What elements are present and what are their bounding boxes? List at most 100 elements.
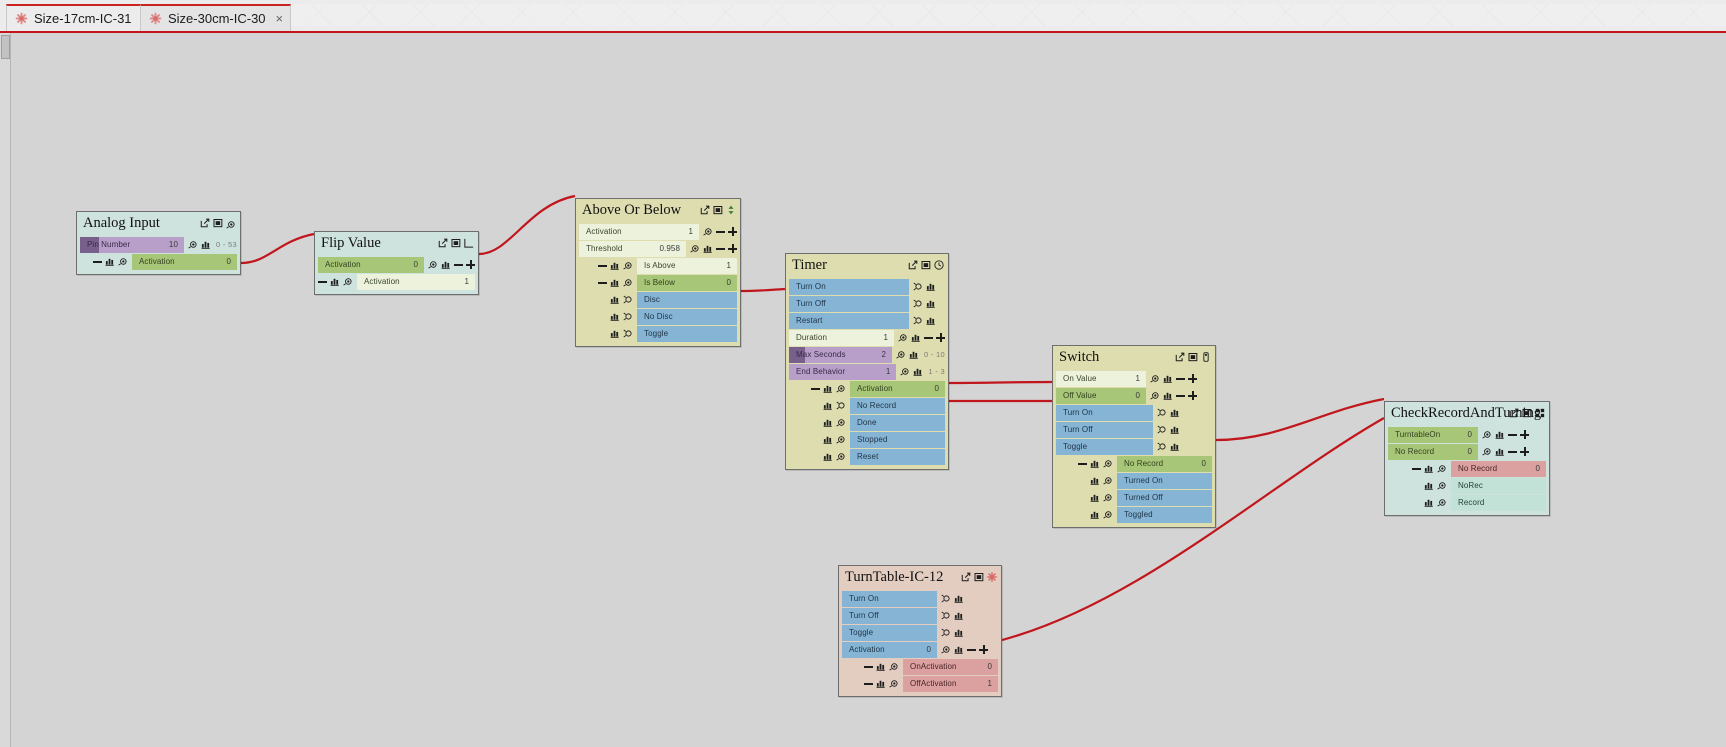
popout-icon[interactable] bbox=[961, 570, 971, 582]
eye-icon[interactable] bbox=[1482, 447, 1492, 456]
minus-icon[interactable] bbox=[864, 682, 873, 685]
grid-icon[interactable] bbox=[1535, 406, 1545, 418]
node-flip-value[interactable]: Flip Value Activation 0 Activation 1 bbox=[314, 231, 479, 295]
port-stopped[interactable]: Stopped bbox=[850, 431, 945, 448]
popout-icon[interactable] bbox=[1175, 350, 1185, 362]
popout-icon[interactable] bbox=[438, 236, 448, 248]
bars-icon[interactable] bbox=[441, 260, 451, 269]
port-turn-off[interactable]: Turn Off bbox=[1056, 421, 1153, 438]
wire[interactable] bbox=[240, 232, 315, 265]
wire[interactable] bbox=[948, 380, 1053, 385]
eye-icon[interactable] bbox=[428, 260, 438, 269]
minus-icon[interactable] bbox=[454, 263, 463, 266]
port-disc[interactable]: Disc bbox=[637, 291, 737, 308]
port-pin-number[interactable]: Pin Number 10 bbox=[80, 236, 185, 253]
node-row[interactable]: Turned Off bbox=[1056, 489, 1212, 506]
signal-icon[interactable] bbox=[913, 299, 923, 308]
bars-icon[interactable] bbox=[610, 261, 620, 270]
plus-icon[interactable] bbox=[1520, 430, 1529, 440]
port-turned-on[interactable]: Turned On bbox=[1117, 472, 1212, 489]
minus-icon[interactable] bbox=[811, 387, 820, 390]
signal-icon[interactable] bbox=[941, 628, 951, 637]
port-turn-on[interactable]: Turn On bbox=[842, 590, 937, 607]
wire[interactable] bbox=[740, 287, 786, 293]
bars-icon[interactable] bbox=[823, 435, 833, 444]
bars-icon[interactable] bbox=[201, 240, 211, 249]
eye-icon[interactable] bbox=[1437, 464, 1447, 473]
bars-icon[interactable] bbox=[1163, 374, 1173, 383]
node-row[interactable]: No Record bbox=[789, 397, 945, 414]
bars-icon[interactable] bbox=[330, 277, 340, 286]
node-analog-input[interactable]: Analog Input Pin Number 10 0 - 53 Activation… bbox=[76, 211, 241, 275]
minus-icon[interactable] bbox=[1078, 462, 1087, 465]
signal-icon[interactable] bbox=[1157, 442, 1167, 451]
port-done[interactable]: Done bbox=[850, 414, 945, 431]
port-off-value[interactable]: Off Value 0 bbox=[1056, 387, 1146, 404]
bars-icon[interactable] bbox=[1090, 476, 1100, 485]
eye-icon[interactable] bbox=[941, 645, 951, 654]
node-row[interactable]: Turn On bbox=[1056, 404, 1212, 421]
scrollbar-thumb[interactable] bbox=[1, 35, 10, 59]
port-no-record[interactable]: No Record 0 bbox=[1451, 460, 1546, 477]
node-row[interactable]: Turn On bbox=[789, 278, 945, 295]
port-activation[interactable]: Activation 0 bbox=[850, 380, 945, 397]
bars-icon[interactable] bbox=[610, 295, 620, 304]
bars-icon[interactable] bbox=[909, 350, 919, 359]
node-row[interactable]: Toggle bbox=[842, 624, 998, 641]
signal-icon[interactable] bbox=[1157, 425, 1167, 434]
canvas-scrollbar-vertical[interactable] bbox=[0, 33, 11, 747]
port-turned-off[interactable]: Turned Off bbox=[1117, 489, 1212, 506]
node-row[interactable]: Activation 1 bbox=[318, 273, 475, 290]
eye-icon[interactable] bbox=[623, 261, 633, 270]
port-activation[interactable]: Activation 0 bbox=[318, 256, 424, 273]
maximize-icon[interactable] bbox=[213, 216, 223, 228]
bars-icon[interactable] bbox=[1090, 493, 1100, 502]
port-activation[interactable]: Activation 0 bbox=[842, 641, 937, 658]
node-row[interactable]: Activation 0 bbox=[318, 256, 475, 273]
port-end-behavior[interactable]: End Behavior 1 bbox=[789, 363, 897, 380]
minus-icon[interactable] bbox=[967, 648, 976, 651]
popout-icon[interactable] bbox=[200, 216, 210, 228]
node-row[interactable]: Activation 0 bbox=[789, 380, 945, 397]
eye-icon[interactable] bbox=[343, 277, 353, 286]
signal-icon[interactable] bbox=[913, 316, 923, 325]
minus-icon[interactable] bbox=[716, 247, 725, 250]
eye-icon[interactable] bbox=[889, 679, 899, 688]
maximize-icon[interactable] bbox=[713, 203, 723, 215]
port-max-seconds[interactable]: Max Seconds 2 bbox=[789, 346, 893, 363]
port-activation[interactable]: Activation 1 bbox=[579, 223, 699, 240]
eye-icon[interactable] bbox=[896, 350, 906, 359]
node-row[interactable]: Off Value 0 bbox=[1056, 387, 1212, 404]
popout-icon[interactable] bbox=[700, 203, 710, 215]
minus-icon[interactable] bbox=[93, 260, 102, 263]
eye-icon[interactable] bbox=[1103, 476, 1113, 485]
bars-icon[interactable] bbox=[1090, 510, 1100, 519]
node-switch[interactable]: Switch On Value 1 Off Value 0 Turn On Turn Off… bbox=[1052, 345, 1216, 528]
maximize-icon[interactable] bbox=[1188, 350, 1198, 362]
node-row[interactable]: No Disc bbox=[579, 308, 737, 325]
popout-icon[interactable] bbox=[1509, 406, 1519, 418]
port-duration[interactable]: Duration 1 bbox=[789, 329, 894, 346]
bars-icon[interactable] bbox=[913, 367, 923, 376]
port-restart[interactable]: Restart bbox=[789, 312, 909, 329]
port-offactivation[interactable]: OffActivation 1 bbox=[903, 675, 998, 692]
plus-icon[interactable] bbox=[466, 260, 475, 270]
eye-icon[interactable] bbox=[898, 333, 908, 342]
minus-icon[interactable] bbox=[318, 280, 327, 283]
node-row[interactable]: Turned On bbox=[1056, 472, 1212, 489]
bars-icon[interactable] bbox=[926, 299, 936, 308]
bars-icon[interactable] bbox=[610, 329, 620, 338]
minus-icon[interactable] bbox=[1176, 377, 1185, 380]
maximize-icon[interactable] bbox=[1522, 406, 1532, 418]
bars-icon[interactable] bbox=[876, 662, 886, 671]
bars-icon[interactable] bbox=[1170, 442, 1180, 451]
switch-icon[interactable] bbox=[1201, 350, 1211, 362]
node-row[interactable]: Record bbox=[1388, 494, 1546, 511]
bars-icon[interactable] bbox=[911, 333, 921, 342]
bars-icon[interactable] bbox=[1090, 459, 1100, 468]
bars-icon[interactable] bbox=[823, 418, 833, 427]
tab-size-17cm-ic-31[interactable]: Size-17cm-IC-31 × bbox=[6, 4, 158, 31]
minus-icon[interactable] bbox=[598, 281, 607, 284]
wire[interactable] bbox=[478, 194, 576, 256]
plus-icon[interactable] bbox=[728, 244, 737, 254]
